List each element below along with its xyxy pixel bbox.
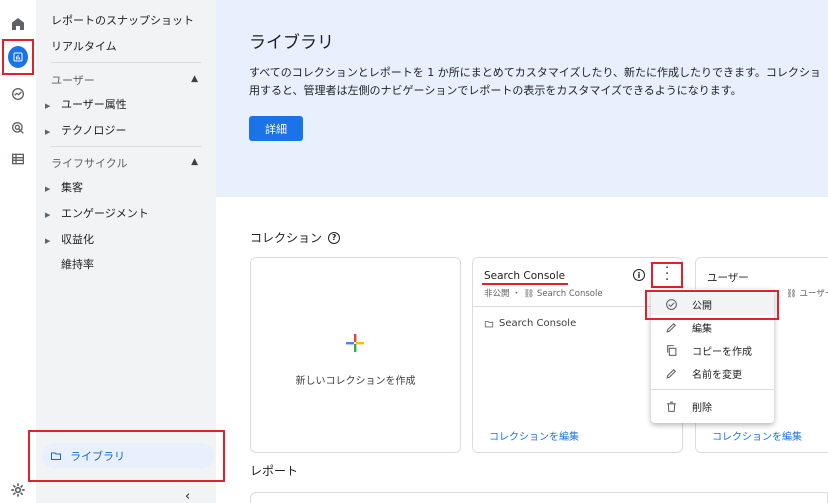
- info-icon[interactable]: i: [633, 269, 645, 281]
- ga-library-page: レポートのスナップショット リアルタイム ユーザー ▲ ▶ ユーザー属性 ▶ テクノ…: [0, 0, 828, 503]
- reports-icon[interactable]: [8, 46, 28, 68]
- reports-sidebar: レポートのスナップショット リアルタイム ユーザー ▲ ▶ ユーザー属性 ▶ テクノ…: [36, 0, 216, 503]
- edit-collection-link[interactable]: コレクションを編集: [712, 428, 802, 443]
- sidebar-item-engagement[interactable]: ▶ エンゲージメント: [45, 205, 149, 221]
- expand-triangle-icon: ▶: [45, 211, 51, 219]
- sidebar-item-demographics[interactable]: ▶ ユーザー属性: [45, 96, 127, 112]
- pencil-icon: [666, 322, 677, 333]
- home-icon[interactable]: [5, 11, 31, 37]
- learn-more-button[interactable]: 詳細: [249, 116, 303, 141]
- chevron-up-icon[interactable]: ▲: [191, 157, 198, 167]
- explore-icon[interactable]: [5, 81, 31, 107]
- more-options-button[interactable]: · · ·: [651, 262, 683, 288]
- link-icon: ⛓: [786, 289, 797, 299]
- trash-icon: [667, 401, 676, 412]
- expand-triangle-icon: ▶: [45, 128, 51, 136]
- collection-meta: ⛓ ユーザー: [786, 289, 828, 299]
- nav-rail: [0, 0, 36, 503]
- sidebar-divider: [51, 62, 201, 63]
- pencil-icon: [666, 368, 677, 379]
- collection-report-row: Search Console: [484, 318, 576, 329]
- new-collection-card[interactable]: 新しいコレクションを作成: [250, 257, 461, 453]
- report-card-preview: [250, 492, 828, 503]
- sidebar-item-monetization[interactable]: ▶ 収益化: [45, 231, 94, 247]
- expand-triangle-icon: ▶: [45, 185, 51, 193]
- reports-nav-highlight: [2, 39, 34, 75]
- sidebar-item-snapshot[interactable]: レポートのスナップショット: [51, 12, 194, 28]
- copy-icon: [667, 344, 677, 356]
- folder-icon: [484, 320, 494, 327]
- sidebar-section-lifecycle[interactable]: ライフサイクル: [51, 155, 127, 171]
- title-highlight-underline: [482, 283, 568, 285]
- collection-title: Search Console: [484, 270, 566, 282]
- sidebar-item-tech[interactable]: ▶ テクノロジー: [45, 122, 126, 138]
- collapse-sidebar-icon[interactable]: ‹: [185, 489, 190, 503]
- menu-item-copy[interactable]: コピーを作成: [651, 339, 774, 361]
- plus-icon: [346, 334, 364, 352]
- sidebar-item-realtime[interactable]: リアルタイム: [51, 38, 117, 54]
- collections-heading: コレクション ?: [250, 229, 341, 246]
- configure-icon[interactable]: [5, 146, 31, 172]
- menu-item-delete[interactable]: 削除: [651, 395, 774, 417]
- sidebar-item-library[interactable]: ライブラリ: [42, 443, 214, 468]
- sidebar-section-user[interactable]: ユーザー: [51, 72, 95, 88]
- menu-item-rename[interactable]: 名前を変更: [651, 362, 774, 384]
- new-collection-label: 新しいコレクションを作成: [295, 376, 416, 387]
- sidebar-item-acquisition[interactable]: ▶ 集客: [45, 179, 83, 195]
- expand-triangle-icon: ▶: [45, 102, 51, 110]
- more-vert-icon: · · ·: [665, 261, 670, 288]
- publish-highlight: [645, 290, 779, 320]
- chevron-up-icon[interactable]: ▲: [191, 74, 198, 84]
- collection-meta: 非公開 ・ ⛓ Search Console: [484, 289, 603, 299]
- link-icon: ⛓: [523, 289, 535, 299]
- reports-heading: レポート: [250, 464, 299, 478]
- advertising-icon[interactable]: [5, 115, 31, 141]
- banner-description: すべてのコレクションとレポートを 1 か所にまとめてカスタマイズしたり、新たに作…: [249, 66, 821, 97]
- menu-divider: [651, 389, 774, 390]
- library-banner: ライブラリ すべてのコレクションとレポートを 1 か所にまとめてカスタマイズした…: [216, 0, 828, 197]
- help-icon[interactable]: ?: [328, 231, 341, 244]
- collection-title: ユーザー: [707, 272, 749, 284]
- folder-icon: [51, 452, 61, 460]
- sidebar-divider: [51, 146, 201, 147]
- edit-collection-link[interactable]: コレクションを編集: [489, 428, 579, 443]
- sidebar-item-retention[interactable]: 維持率: [61, 256, 94, 272]
- expand-triangle-icon: ▶: [45, 237, 51, 245]
- page-title: ライブラリ: [249, 33, 334, 53]
